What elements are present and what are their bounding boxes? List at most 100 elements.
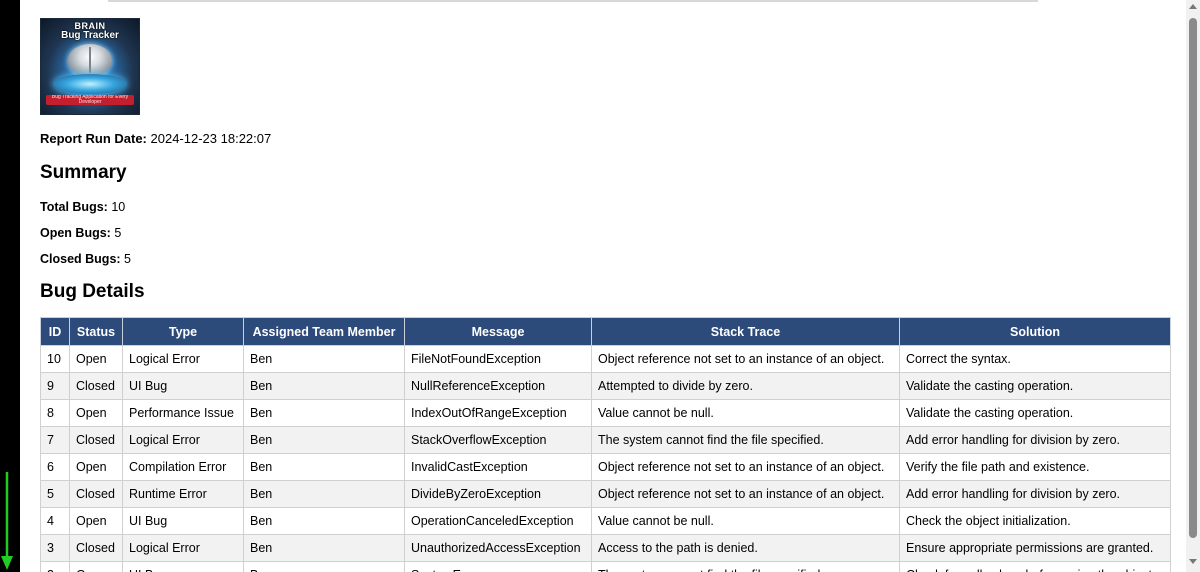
cell-message: FileNotFoundException [404,345,592,373]
cell-stack-trace: The system cannot find the file specifie… [591,561,900,572]
cell-id: 2 [40,561,70,572]
scroll-up-icon[interactable] [1189,4,1197,9]
cell-message: NullReferenceException [404,372,592,400]
cell-message: DivideByZeroException [404,480,592,508]
cell-message: InvalidCastException [404,453,592,481]
table-row: 10 Open Logical Error Ben FileNotFoundExcept… [40,345,1171,373]
column-header-type: Type [122,317,244,346]
summary-heading: Summary [40,162,127,183]
closed-bugs: Closed Bugs: 5 [40,251,1170,267]
table-row: 9 Closed UI Bug Ben NullReferenceException At… [40,372,1171,400]
open-bugs: Open Bugs: 5 [40,225,1170,241]
column-header-status: Status [69,317,123,346]
cell-id: 4 [40,507,70,535]
bug-details-table: ID Status Type Assigned Team Member Mess… [40,317,1171,572]
cell-status: Closed [69,480,123,508]
cell-stack-trace: Value cannot be null. [591,507,900,535]
cell-status: Open [69,399,123,427]
cell-assigned: Ben [243,426,405,454]
cell-type: Logical Error [122,534,244,562]
cell-stack-trace: Object reference not set to an instance … [591,345,900,373]
cell-status: Closed [69,372,123,400]
cell-solution: Verify the file path and existence. [899,453,1171,481]
total-bugs-value: 10 [111,200,126,214]
vertical-scrollbar[interactable] [1186,0,1200,572]
table-row: 6 Open Compilation Error Ben InvalidCastExce… [40,453,1171,481]
cell-solution: Add error handling for division by zero. [899,426,1171,454]
cell-solution: Correct the syntax. [899,345,1171,373]
cell-status: Open [69,561,123,572]
cell-status: Open [69,507,123,535]
cell-stack-trace: Object reference not set to an instance … [591,453,900,481]
cell-assigned: Ben [243,453,405,481]
cell-stack-trace: Object reference not set to an instance … [591,480,900,508]
top-divider [108,0,1038,2]
cell-id: 10 [40,345,70,373]
cell-type: UI Bug [122,507,244,535]
table-row: 4 Open UI Bug Ben OperationCanceledException… [40,507,1171,535]
column-header-assigned: Assigned Team Member [243,317,405,346]
cell-assigned: Ben [243,507,405,535]
run-date-value: 2024-12-23 18:22:07 [150,131,272,146]
cell-message: StackOverflowException [404,426,592,454]
down-arrow-icon [1,472,13,570]
cell-status: Open [69,453,123,481]
column-header-id: ID [40,317,70,346]
cell-assigned: Ben [243,399,405,427]
column-header-solution: Solution [899,317,1171,346]
cell-status: Open [69,345,123,373]
cell-message: Syntax Error [404,561,592,572]
cell-message: OperationCanceledException [404,507,592,535]
table-row: 5 Closed Runtime Error Ben DivideByZeroExcep… [40,480,1171,508]
table-row: 2OpenUI BugBenSyntax ErrorThe system can… [40,561,1171,572]
cell-stack-trace: The system cannot find the file specifie… [591,426,900,454]
scroll-thumb[interactable] [1189,18,1197,538]
cell-type: Performance Issue [122,399,244,427]
cell-id: 3 [40,534,70,562]
cell-status: Closed [69,534,123,562]
cell-assigned: Ben [243,561,405,572]
open-bugs-value: 5 [114,226,122,240]
cell-assigned: Ben [243,345,405,373]
cell-id: 9 [40,372,70,400]
logo-line-2: Bug Tracker [61,30,119,41]
glow-disc-icon [53,74,127,94]
total-bugs: Total Bugs: 10 [40,199,1170,215]
cell-stack-trace: Access to the path is denied. [591,534,900,562]
cell-id: 6 [40,453,70,481]
cell-stack-trace: Attempted to divide by zero. [591,372,900,400]
cell-type: Logical Error [122,345,244,373]
cell-id: 7 [40,426,70,454]
cell-type: UI Bug [122,372,244,400]
cell-solution: Check the object initialization. [899,507,1171,535]
logo-banner: Bug Tracking Application for Every Devel… [46,95,134,105]
cell-stack-trace: Value cannot be null. [591,399,900,427]
cell-type: Runtime Error [122,480,244,508]
brain-bug-tracker-logo: BRAIN Bug Tracker Bug Tracking Applicati… [40,18,140,115]
table-row: 7 Closed Logical Error Ben StackOverflowExce… [40,426,1171,454]
brain-icon [68,44,112,76]
cell-id: 5 [40,480,70,508]
cell-solution: Check for null values before using the o… [899,561,1171,572]
report-content: BRAIN Bug Tracker Bug Tracking Applicati… [40,18,1171,572]
column-header-stack-trace: Stack Trace [591,317,900,346]
table-row: 8 Open Performance Issue Ben IndexOutOfRange… [40,399,1171,427]
cell-message: UnauthorizedAccessException [404,534,592,562]
table-row: 3 Closed Logical Error Ben UnauthorizedAcces… [40,534,1171,562]
run-date-label: Report Run Date: [40,131,147,146]
report-run-date: Report Run Date: 2024-12-23 18:22:07 [40,131,1170,147]
cell-status: Closed [69,426,123,454]
cell-id: 8 [40,399,70,427]
bug-details-heading: Bug Details [40,281,145,302]
closed-bugs-label: Closed Bugs: [40,252,121,266]
cell-assigned: Ben [243,534,405,562]
browser-viewport: BRAIN Bug Tracker Bug Tracking Applicati… [20,0,1186,572]
scroll-down-icon[interactable] [1189,559,1197,564]
cell-assigned: Ben [243,372,405,400]
cell-type: UI Bug [122,561,244,572]
cell-solution: Ensure appropriate permissions are grant… [899,534,1171,562]
cell-assigned: Ben [243,480,405,508]
cell-message: IndexOutOfRangeException [404,399,592,427]
cell-solution: Add error handling for division by zero. [899,480,1171,508]
cell-type: Compilation Error [122,453,244,481]
